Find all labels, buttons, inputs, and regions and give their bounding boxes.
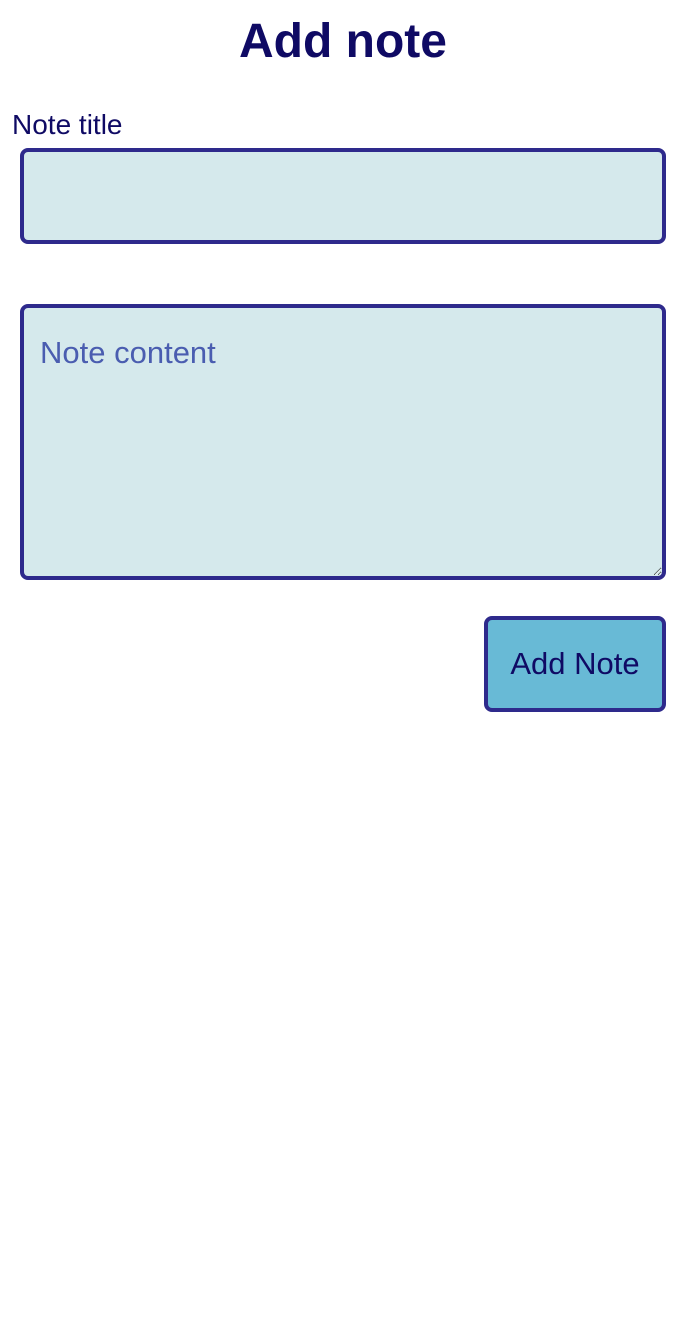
note-title-input[interactable] xyxy=(20,148,666,244)
note-content-textarea[interactable] xyxy=(20,304,666,580)
add-note-page: Add note Note title Add Note xyxy=(0,0,686,1334)
note-title-label: Note title xyxy=(12,109,123,140)
page-title: Add note xyxy=(239,15,447,68)
add-note-button[interactable]: Add Note xyxy=(484,616,666,712)
